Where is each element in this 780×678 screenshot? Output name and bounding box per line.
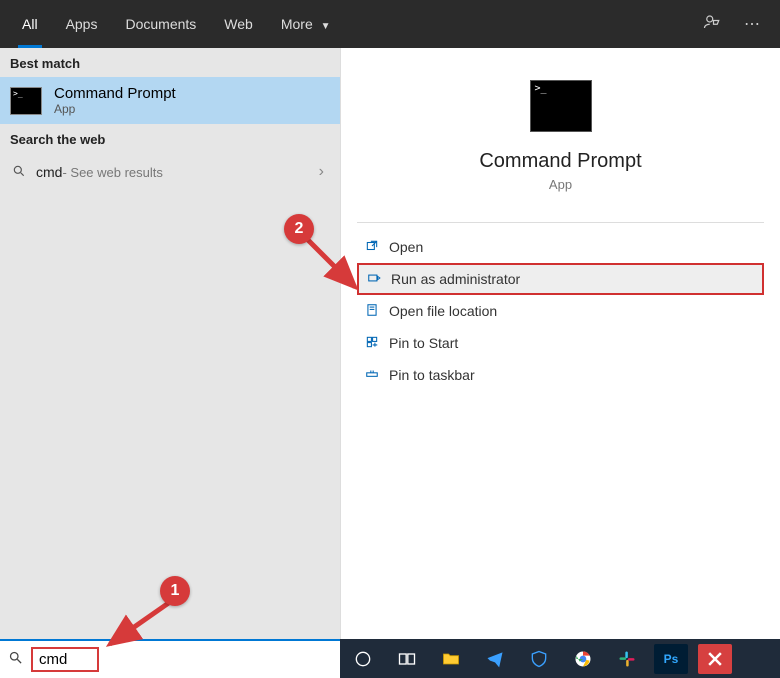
web-hint: - See web results — [62, 165, 162, 180]
task-view-icon[interactable] — [390, 644, 424, 674]
cortana-icon[interactable] — [346, 644, 380, 674]
tab-more-label: More — [281, 16, 313, 32]
action-open-file-location[interactable]: Open file location — [357, 295, 764, 327]
web-term: cmd — [36, 164, 62, 180]
photoshop-icon[interactable]: Ps — [654, 644, 688, 674]
action-open-loc-label: Open file location — [389, 303, 497, 319]
feedback-icon[interactable] — [692, 13, 732, 36]
action-pin-taskbar-label: Pin to taskbar — [389, 367, 475, 383]
chrome-icon[interactable] — [566, 644, 600, 674]
annotation-arrow-2 — [300, 232, 370, 302]
pin-start-icon — [365, 335, 389, 352]
search-icon — [8, 650, 23, 669]
shield-app-icon[interactable] — [522, 644, 556, 674]
preview-app-icon — [530, 80, 592, 132]
best-match-title: Command Prompt — [54, 85, 176, 102]
file-explorer-icon[interactable] — [434, 644, 468, 674]
search-tabs-bar: All Apps Documents Web More ▼ ⋯ — [0, 0, 780, 48]
tab-documents[interactable]: Documents — [111, 0, 210, 48]
admin-shield-icon — [367, 271, 391, 288]
tab-web[interactable]: Web — [210, 0, 267, 48]
action-pin-to-start[interactable]: Pin to Start — [357, 327, 764, 359]
search-icon — [10, 164, 28, 181]
tab-all[interactable]: All — [8, 0, 52, 48]
action-open[interactable]: Open — [357, 231, 764, 263]
best-match-command-prompt[interactable]: Command Prompt App — [0, 77, 340, 124]
action-run-as-admin[interactable]: Run as administrator — [357, 263, 764, 295]
taskbar: Ps — [340, 639, 780, 678]
more-options-icon[interactable]: ⋯ — [732, 14, 772, 34]
action-run-admin-label: Run as administrator — [391, 271, 520, 287]
chevron-down-icon: ▼ — [321, 21, 331, 32]
annotation-arrow-1 — [100, 596, 180, 656]
action-pin-to-taskbar[interactable]: Pin to taskbar — [357, 359, 764, 391]
search-input-highlight — [31, 647, 99, 672]
preview-title: Command Prompt — [341, 150, 780, 173]
action-open-label: Open — [389, 239, 423, 255]
preview-subtitle: App — [341, 177, 780, 192]
annotation-badge-1: 1 — [160, 576, 190, 606]
preview-pane: Command Prompt App Open Run as administr… — [340, 48, 780, 639]
command-prompt-icon — [10, 87, 42, 115]
section-best-match: Best match — [0, 48, 340, 77]
pin-taskbar-icon — [365, 367, 389, 384]
folder-icon — [365, 303, 389, 320]
telegram-icon[interactable] — [478, 644, 512, 674]
tab-more[interactable]: More ▼ — [267, 0, 345, 48]
action-pin-start-label: Pin to Start — [389, 335, 458, 351]
results-left-pane: Best match Command Prompt App Search the… — [0, 48, 340, 639]
section-search-web: Search the web — [0, 124, 340, 153]
annotation-badge-2: 2 — [284, 214, 314, 244]
chevron-right-icon: › — [319, 163, 330, 181]
slack-icon[interactable] — [610, 644, 644, 674]
best-match-subtitle: App — [54, 102, 176, 116]
web-result-cmd[interactable]: cmd - See web results › — [0, 153, 340, 191]
xmind-icon[interactable] — [698, 644, 732, 674]
search-input[interactable] — [35, 649, 95, 670]
tab-apps[interactable]: Apps — [52, 0, 112, 48]
